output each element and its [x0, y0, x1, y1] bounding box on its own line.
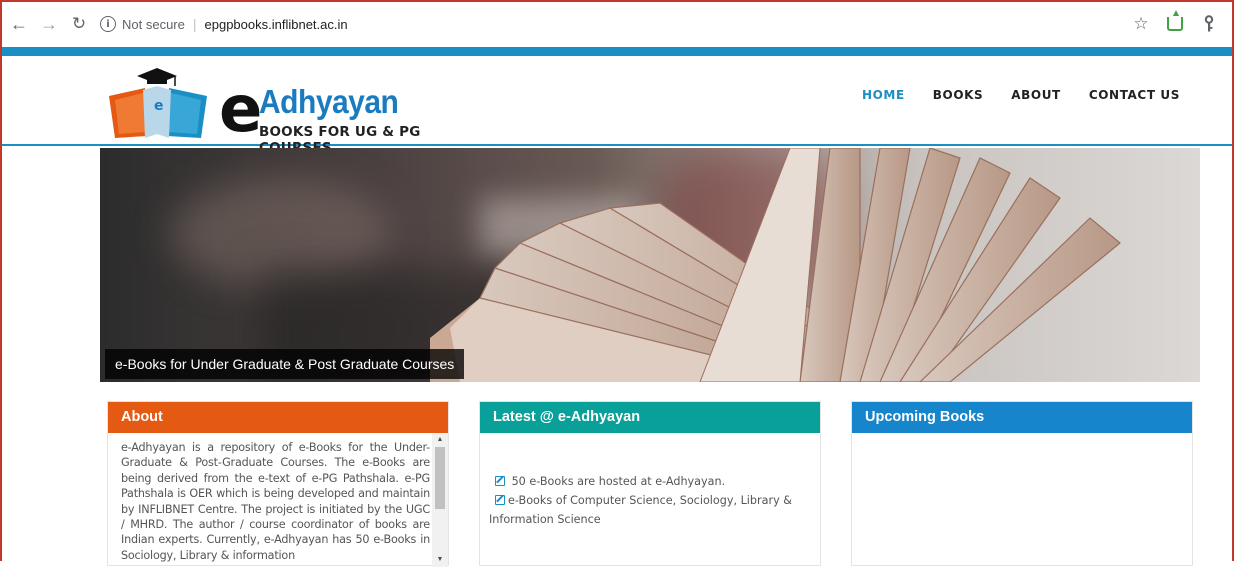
latest-item-text[interactable]: 50 e-Books are hosted at e-Adhyayan.	[512, 475, 726, 488]
nav-contact-us[interactable]: CONTACT US	[1089, 88, 1180, 102]
url-text[interactable]: epgpbooks.inflibnet.ac.in	[205, 17, 348, 32]
upcoming-panel: Upcoming Books	[851, 401, 1193, 566]
logo-name: Adhyayan	[259, 84, 399, 121]
about-scrollbar[interactable]: ▲ ▼	[432, 433, 448, 567]
latest-panel: Latest @ e-Adhyayan 50 e-Books are hoste…	[479, 401, 821, 566]
site-header: e e Adhyayan BOOKS FOR UG & PG COURSES H…	[2, 56, 1232, 156]
list-item[interactable]: 50 e-Books are hosted at e-Adhyayan.	[489, 472, 809, 491]
back-arrow-icon[interactable]: ←	[6, 11, 32, 37]
about-text: e-Adhyayan is a repository of e-Books fo…	[121, 441, 430, 562]
scroll-down-arrow-icon[interactable]: ▼	[432, 553, 448, 567]
star-icon[interactable]: ☆	[1128, 11, 1154, 37]
about-panel: About e-Adhyayan is a repository of e-Bo…	[107, 401, 449, 567]
info-icon[interactable]: i	[100, 16, 116, 32]
nav-home[interactable]: HOME	[862, 88, 905, 102]
hero-caption: e-Books for Under Graduate & Post Gradua…	[105, 349, 465, 379]
books-logo-icon: e	[109, 68, 207, 138]
url-separator: |	[192, 16, 197, 32]
scroll-up-arrow-icon[interactable]: ▲	[432, 433, 448, 447]
main-nav: HOME BOOKS ABOUT CONTACT US	[834, 88, 1180, 102]
about-panel-title: About	[108, 402, 448, 433]
extension-button[interactable]	[1162, 10, 1188, 37]
scroll-thumb[interactable]	[435, 447, 445, 509]
address-bar[interactable]: i Not secure | epgpbooks.inflibnet.ac.in	[100, 9, 1120, 39]
open-book-image	[430, 148, 1121, 382]
site-top-bar	[2, 47, 1232, 56]
security-label[interactable]: Not secure	[122, 17, 185, 32]
logo-letter: e	[219, 73, 263, 147]
edit-icon	[495, 495, 505, 505]
svg-text:e: e	[154, 98, 164, 114]
browser-toolbar: ← → ↻ i Not secure | epgpbooks.inflibnet…	[2, 2, 1232, 46]
key-icon[interactable]	[1196, 11, 1222, 37]
forward-arrow-icon[interactable]: →	[36, 11, 62, 37]
list-item[interactable]: e-Books of Computer Science, Sociology, …	[489, 491, 809, 529]
upcoming-panel-title: Upcoming Books	[852, 402, 1192, 433]
nav-about[interactable]: ABOUT	[1011, 88, 1061, 102]
latest-item-text[interactable]: e-Books of Computer Science, Sociology, …	[489, 494, 792, 526]
edit-icon	[495, 476, 505, 486]
nav-books[interactable]: BOOKS	[933, 88, 984, 102]
latest-panel-title: Latest @ e-Adhyayan	[480, 402, 820, 433]
hero-banner	[100, 148, 1200, 382]
extension-icon	[1167, 10, 1183, 31]
reload-icon[interactable]: ↻	[66, 11, 92, 37]
site-logo[interactable]: e e Adhyayan BOOKS FOR UG & PG COURSES	[107, 66, 497, 156]
latest-list: 50 e-Books are hosted at e-Adhyayan. e-B…	[489, 472, 809, 529]
